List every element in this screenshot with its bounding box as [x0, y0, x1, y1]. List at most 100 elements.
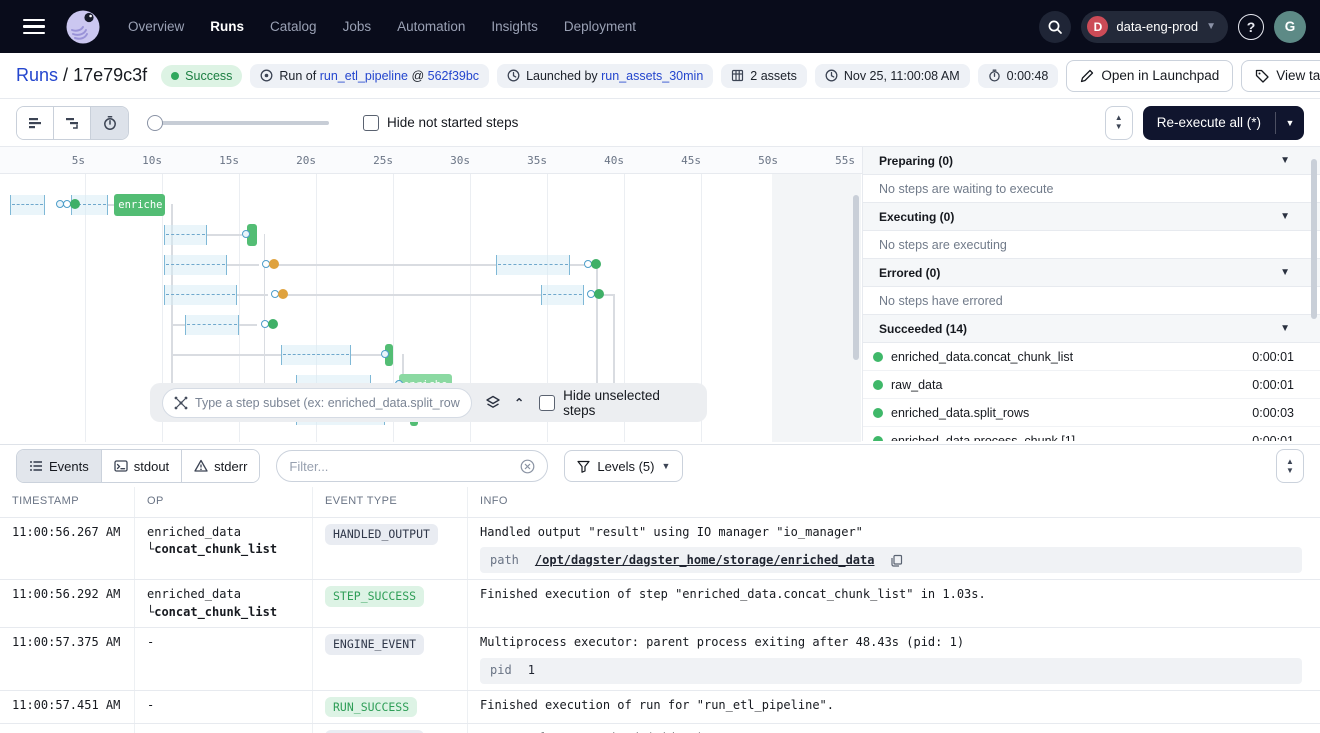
metadata-value[interactable]: /opt/dagster/dagster_home/storage/enrich…	[535, 552, 875, 569]
tag-link[interactable]: 562f39bc	[428, 69, 479, 83]
run-tag-3[interactable]: Nov 25, 11:00:08 AM	[815, 64, 970, 88]
levels-filter-button[interactable]: Levels (5) ▼	[564, 450, 683, 482]
tag-link[interactable]: run_assets_30min	[601, 69, 703, 83]
run-tag-2[interactable]: 2 assets	[721, 64, 807, 88]
dagster-logo[interactable]	[64, 8, 102, 46]
tab-label: stderr	[214, 459, 247, 474]
gantt-waterfall-view-button[interactable]	[54, 107, 91, 139]
event-op: enriched_data└concat_chunk_list	[135, 580, 313, 627]
run-tag-4[interactable]: 0:00:48	[978, 64, 1059, 88]
event-info: Finished execution of run for "run_etl_p…	[468, 691, 1320, 724]
event-type: STEP_SUCCESS	[313, 580, 468, 627]
event-info-text: Finished execution of run for "run_etl_p…	[480, 697, 1308, 714]
gantt-expand-collapse-button[interactable]: ▲▼	[1105, 106, 1133, 140]
tab-label: Events	[49, 459, 89, 474]
gantt-connector-line	[171, 354, 280, 356]
status-dot	[171, 72, 179, 80]
panel-empty-message: No steps are waiting to execute	[863, 175, 1320, 203]
search-icon[interactable]	[1039, 11, 1071, 43]
gantt-waiting-bar[interactable]	[164, 225, 207, 245]
gantt-waiting-bar[interactable]	[10, 195, 45, 215]
gantt-scrollbar[interactable]	[853, 195, 859, 360]
hamburger-menu-icon[interactable]	[14, 9, 54, 45]
reexecute-button[interactable]: Re-execute all (*) ▼	[1143, 106, 1304, 140]
panel-step-row[interactable]: raw_data0:00:01	[863, 371, 1320, 399]
chevron-down-icon: ▼	[1280, 267, 1290, 278]
hide-unselected-checkbox[interactable]	[539, 395, 555, 411]
step-duration: 0:00:01	[1252, 434, 1294, 442]
layers-icon[interactable]	[485, 395, 501, 411]
log-filter-input[interactable]	[289, 459, 512, 474]
gantt-step-bar-labeled[interactable]: enriche.	[114, 194, 165, 216]
avatar[interactable]: G	[1274, 11, 1306, 43]
event-type: ENGINE_EVENT	[313, 628, 468, 689]
gantt-chart[interactable]: 5s10s15s20s25s30s35s40s45s50s55s enriche…	[0, 147, 862, 442]
gantt-waiting-bar[interactable]	[164, 285, 238, 305]
gantt-waiting-bar[interactable]	[164, 255, 227, 275]
gantt-connector-line	[267, 264, 496, 266]
panel-section-3[interactable]: Succeeded (14)▼	[863, 315, 1320, 343]
nav-item-deployment[interactable]: Deployment	[564, 19, 636, 34]
log-sort-button[interactable]: ▲▼	[1276, 449, 1304, 483]
run-icon	[260, 69, 273, 82]
clear-filter-icon[interactable]	[520, 459, 535, 474]
tab-stdout[interactable]: stdout	[102, 450, 182, 482]
nav-item-insights[interactable]: Insights	[491, 19, 538, 34]
run-tag-1[interactable]: Launched by run_assets_30min	[497, 64, 713, 88]
nav-item-catalog[interactable]: Catalog	[270, 19, 317, 34]
log-event-row[interactable]: 11:00:56.292 AMenriched_data└concat_chun…	[0, 580, 1320, 628]
view-tags-config-button[interactable]: View tags and config	[1241, 60, 1320, 92]
gantt-view-mode-group	[16, 106, 129, 140]
gantt-tick-label: 10s	[142, 154, 162, 167]
event-timestamp: 11:00:56.267 AM	[0, 518, 135, 579]
step-success-dot	[873, 408, 883, 418]
tag-text: 0:00:48	[1007, 69, 1049, 83]
nav-item-runs[interactable]: Runs	[210, 19, 244, 34]
top-nav: Overview Runs Catalog Jobs Automation Insight…	[0, 0, 1320, 53]
run-tag-0[interactable]: Run of run_etl_pipeline @ 562f39bc	[250, 64, 489, 88]
panel-section-1[interactable]: Executing (0)▼	[863, 203, 1320, 231]
gantt-tick-label: 50s	[758, 154, 778, 167]
gantt-zoom-slider[interactable]	[147, 115, 329, 131]
panel-section-title: Errored (0)	[879, 266, 940, 280]
gantt-timed-view-button[interactable]	[91, 107, 128, 139]
log-event-row[interactable]: 11:00:56.267 AMenriched_data└concat_chun…	[0, 518, 1320, 580]
copy-icon[interactable]	[890, 554, 903, 567]
slider-knob[interactable]	[147, 115, 163, 131]
nav-item-jobs[interactable]: Jobs	[343, 19, 372, 34]
panel-step-row[interactable]: enriched_data.process_chunk [1]0:00:01	[863, 427, 1320, 441]
event-type-badge: HANDLED_OUTPUT	[325, 524, 438, 545]
op-name: -	[147, 697, 300, 714]
panel-section-2[interactable]: Errored (0) ▼	[863, 259, 1320, 287]
nav-item-automation[interactable]: Automation	[397, 19, 465, 34]
reexecute-caret[interactable]: ▼	[1276, 106, 1304, 140]
op-name: enriched_data	[147, 586, 300, 603]
gantt-waiting-bar[interactable]	[541, 285, 584, 305]
open-in-launchpad-button[interactable]: Open in Launchpad	[1066, 60, 1233, 92]
tag-link[interactable]: run_etl_pipeline	[320, 69, 408, 83]
hide-not-started-checkbox[interactable]	[363, 115, 379, 131]
log-event-row[interactable]: 11:00:57.375 AM-ENGINE_EVENTMultiprocess…	[0, 628, 1320, 690]
panel-step-row[interactable]: enriched_data.concat_chunk_list0:00:01	[863, 343, 1320, 371]
gantt-waiting-bar[interactable]	[496, 255, 570, 275]
gantt-flat-view-button[interactable]	[17, 107, 54, 139]
gantt-waiting-bar[interactable]	[281, 345, 352, 365]
gantt-tick-label: 30s	[450, 154, 470, 167]
collapse-caret-icon[interactable]: ⌃	[514, 396, 524, 410]
log-event-row[interactable]: 11:00:57.489 AM-ENGINE_EVENTProcess for …	[0, 724, 1320, 733]
panel-section-title: Succeeded (14)	[879, 322, 967, 336]
panel-step-row[interactable]: enriched_data.split_rows0:00:03	[863, 399, 1320, 427]
help-icon[interactable]: ?	[1238, 14, 1264, 40]
panel-section-0[interactable]: Preparing (0)▼	[863, 147, 1320, 175]
workspace-switcher[interactable]: D data-eng-prod ▼	[1081, 11, 1228, 43]
log-event-row[interactable]: 11:00:57.451 AM-RUN_SUCCESSFinished exec…	[0, 691, 1320, 725]
gantt-waiting-bar[interactable]	[185, 315, 239, 335]
panel-scrollbar[interactable]	[1311, 159, 1317, 319]
nav-item-overview[interactable]: Overview	[128, 19, 184, 34]
step-subset-input[interactable]	[195, 396, 460, 410]
tab-stderr[interactable]: stderr	[182, 450, 259, 482]
timer-icon	[988, 69, 1001, 82]
tab-events[interactable]: Events	[17, 450, 102, 482]
breadcrumb-runs-link[interactable]: Runs	[16, 65, 58, 85]
event-info: Multiprocess executor: parent process ex…	[468, 628, 1320, 689]
